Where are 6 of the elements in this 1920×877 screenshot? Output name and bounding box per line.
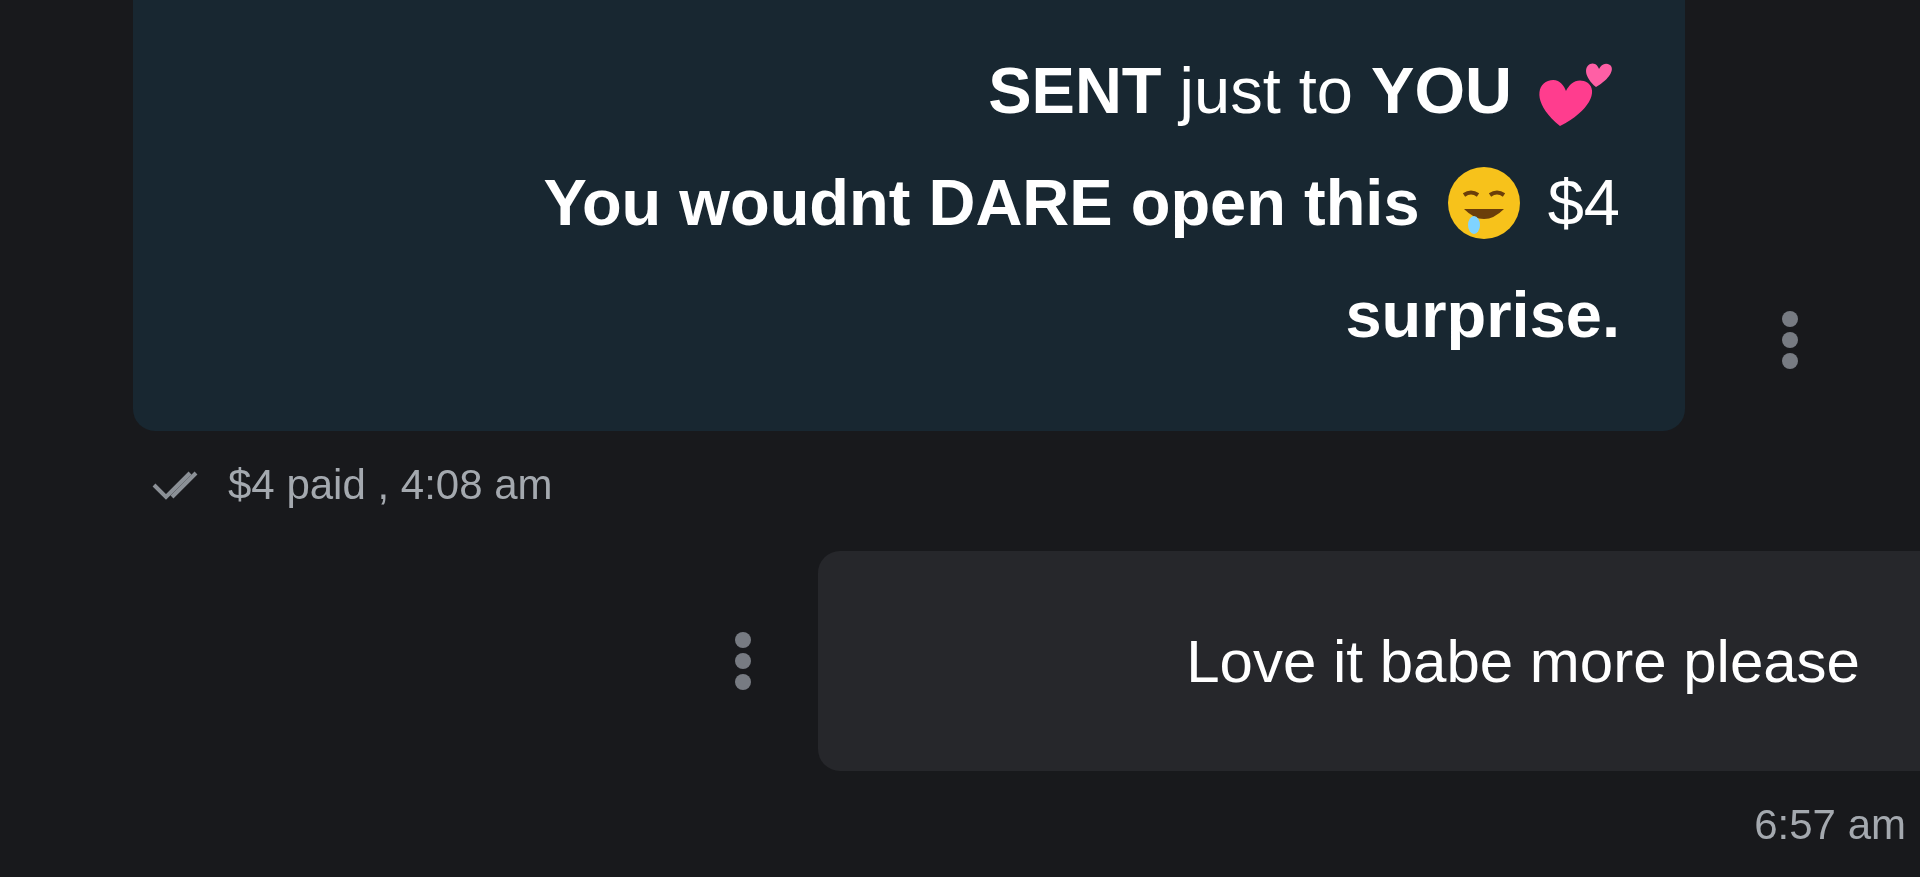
message-text: You woudnt DARE open this $4 — [543, 147, 1620, 259]
message-status: $4 paid , 4:08 am — [228, 461, 553, 509]
message-text: SENT just to YOU — [988, 35, 1620, 147]
message-text: surprise. — [1345, 277, 1620, 353]
message-time: 6:57 am — [1754, 801, 1906, 849]
message-text: Love it babe more please — [1186, 626, 1860, 696]
